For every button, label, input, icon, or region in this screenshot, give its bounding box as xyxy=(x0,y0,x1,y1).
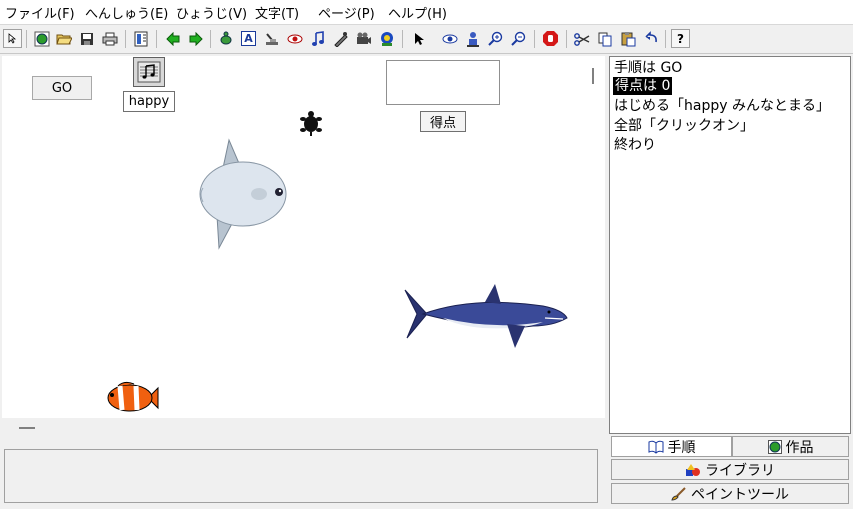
arrow-right-icon[interactable] xyxy=(186,29,205,48)
script-line-selected[interactable]: 得点は 0 xyxy=(613,77,673,95)
toolbar-separator xyxy=(156,30,157,48)
script-line[interactable]: 終わり xyxy=(614,136,656,154)
script-line[interactable]: 手順は GO xyxy=(614,59,682,77)
stage[interactable]: GO happy 得点 xyxy=(2,56,585,418)
tab-paint-tool-label: ペイントツール xyxy=(691,486,789,503)
paintbrush-icon xyxy=(671,486,687,501)
layout-icon[interactable] xyxy=(131,29,150,48)
toolbar-separator xyxy=(665,30,666,48)
tab-library[interactable]: ライブラリ xyxy=(611,459,849,480)
toolbar-separator xyxy=(566,30,567,48)
menu-edit[interactable]: へんしゅう(E) xyxy=(85,3,168,22)
scrollbar-thumb[interactable] xyxy=(19,427,35,429)
tab-procedures[interactable]: 手順 xyxy=(611,436,732,457)
sprite-icon[interactable] xyxy=(377,29,396,48)
camera-icon[interactable] xyxy=(354,29,373,48)
cut-icon[interactable] xyxy=(572,29,591,48)
arrow-left-icon[interactable] xyxy=(163,29,182,48)
message-area[interactable] xyxy=(4,449,598,503)
stage-horizontal-scrollbar[interactable] xyxy=(2,418,605,438)
toolbar-separator xyxy=(210,30,211,48)
help-icon[interactable]: ? xyxy=(671,29,690,48)
sound-label[interactable]: happy xyxy=(123,91,175,112)
stage-vertical-scrollbar[interactable] xyxy=(585,56,605,418)
shark-sprite[interactable] xyxy=(403,282,571,352)
book-icon xyxy=(648,440,664,454)
music-icon[interactable] xyxy=(133,57,165,87)
menu-page[interactable]: ページ(P) xyxy=(318,3,375,22)
stamp-icon[interactable] xyxy=(262,29,281,48)
score-display xyxy=(386,60,500,105)
save-icon[interactable] xyxy=(77,29,96,48)
zoom-out-icon[interactable] xyxy=(509,29,528,48)
pen-icon[interactable] xyxy=(331,29,350,48)
menu-help[interactable]: ヘルプ(H) xyxy=(388,3,447,22)
toolbar-separator xyxy=(534,30,535,48)
arrow-cursor-icon[interactable] xyxy=(409,29,428,48)
tab-procedures-label: 手順 xyxy=(667,439,696,456)
tab-projects-label: 作品 xyxy=(785,439,814,456)
tab-projects[interactable]: 作品 xyxy=(732,436,849,457)
shapes-icon xyxy=(685,463,701,477)
toolbar-separator xyxy=(125,30,126,48)
script-line[interactable]: 全部「クリックオン」 xyxy=(614,117,754,135)
zoom-in-icon[interactable] xyxy=(486,29,505,48)
open-folder-icon[interactable] xyxy=(54,29,73,48)
music-icon[interactable] xyxy=(308,29,327,48)
pointer-tool-icon[interactable] xyxy=(3,29,22,48)
clownfish-sprite[interactable] xyxy=(104,378,160,416)
procedure-editor[interactable]: 手順は GO 得点は 0 はじめる「happy みんなとまる」 全部「クリックオ… xyxy=(609,56,851,434)
globe-icon xyxy=(767,439,782,454)
look-icon[interactable] xyxy=(440,29,459,48)
menu-bar: ファイル(F) へんしゅう(E) ひょうじ(V) 文字(T) ページ(P) ヘル… xyxy=(0,0,853,24)
script-line[interactable]: はじめる「happy みんなとまる」 xyxy=(614,97,830,115)
copy-icon[interactable] xyxy=(595,29,614,48)
toolbar-separator xyxy=(26,30,27,48)
text-tool-icon[interactable]: A xyxy=(239,29,258,48)
paste-icon[interactable] xyxy=(618,29,637,48)
scrollbar-thumb[interactable] xyxy=(592,68,594,84)
eye-icon[interactable] xyxy=(285,29,304,48)
person-icon[interactable] xyxy=(463,29,482,48)
toolbar-separator xyxy=(402,30,403,48)
tab-library-label: ライブラリ xyxy=(705,462,775,479)
stop-icon[interactable] xyxy=(541,29,560,48)
turtle-icon[interactable] xyxy=(216,29,235,48)
score-button[interactable]: 得点 xyxy=(420,111,466,132)
turtle-icon[interactable] xyxy=(300,110,322,136)
print-icon[interactable] xyxy=(100,29,119,48)
tab-paint-tool[interactable]: ペイントツール xyxy=(611,483,849,504)
help-glyph: ? xyxy=(677,31,684,46)
menu-file[interactable]: ファイル(F) xyxy=(5,3,75,22)
menu-text[interactable]: 文字(T) xyxy=(255,3,299,22)
text-tool-glyph: A xyxy=(241,31,256,46)
toolbar: A ? xyxy=(0,24,853,54)
globe-icon[interactable] xyxy=(32,29,51,48)
go-button[interactable]: GO xyxy=(32,76,92,100)
undo-icon[interactable] xyxy=(641,29,660,48)
sunfish-sprite[interactable] xyxy=(195,138,289,252)
menu-view[interactable]: ひょうじ(V) xyxy=(176,3,247,22)
